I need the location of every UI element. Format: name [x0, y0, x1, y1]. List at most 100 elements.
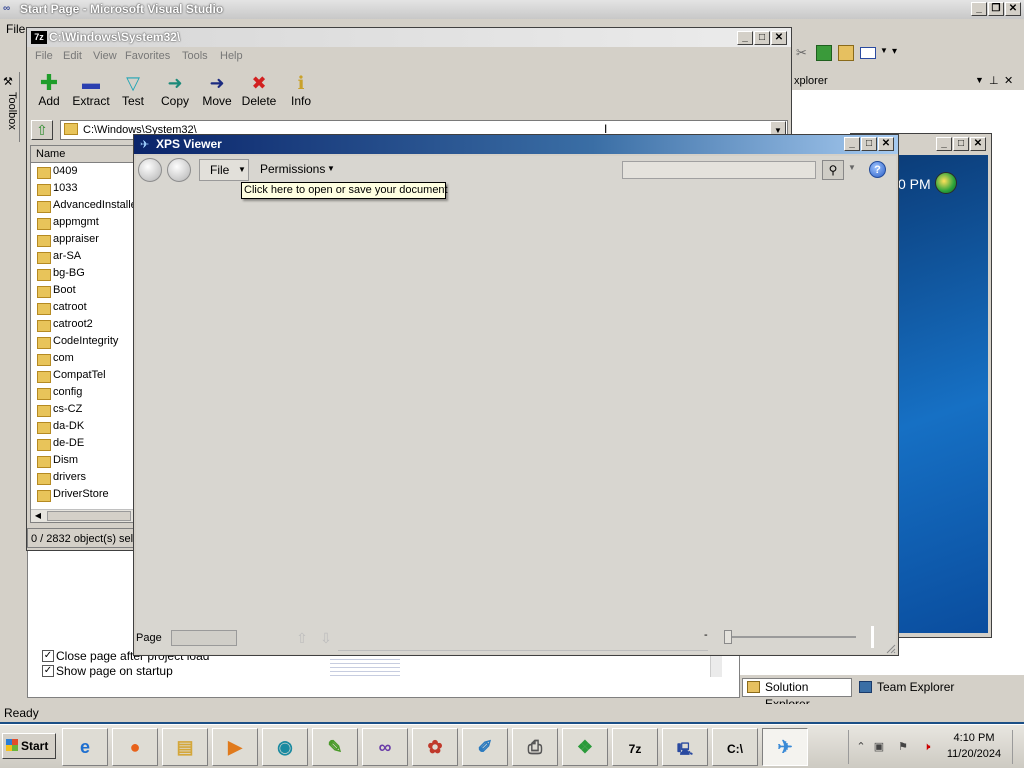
vs-minimize-button[interactable]: _ — [971, 2, 987, 16]
taskbar-button[interactable]: 7z — [612, 728, 658, 766]
overflow-icon[interactable]: ▾ — [892, 46, 897, 57]
taskbar-button[interactable]: ✈ — [762, 728, 808, 766]
sevenzip-maximize-button[interactable]: □ — [754, 31, 770, 45]
previous-page-icon[interactable]: ⇧ — [294, 630, 310, 646]
taskbar-button[interactable]: 🖳 — [662, 728, 708, 766]
xps-maximize-button[interactable]: □ — [861, 137, 877, 151]
taskbar-button[interactable]: ✐ — [462, 728, 508, 766]
tab-solution-explorer[interactable]: Solution Explorer — [742, 678, 852, 711]
menu-file[interactable]: File — [35, 50, 53, 62]
action-center-flag-icon[interactable]: ⚑ — [896, 740, 910, 754]
vs-restore-button[interactable]: ❐ — [988, 2, 1004, 16]
move-button[interactable]: ➜ Move — [196, 72, 238, 114]
pin-icon[interactable]: ⊥ — [989, 74, 999, 87]
show-hidden-icons-icon[interactable]: ⌃ — [854, 740, 868, 754]
taskbar-button[interactable]: ▶ — [212, 728, 258, 766]
taskbar-button[interactable]: ⎙ — [512, 728, 558, 766]
zoom-out-icon[interactable]: - — [704, 629, 712, 641]
sevenzip-close-button[interactable]: ✕ — [771, 31, 787, 45]
add-button[interactable]: ✚ Add — [28, 72, 70, 114]
vs-title-bar[interactable]: Start Page - Microsoft Visual Studio — [0, 0, 1024, 19]
list-item[interactable]: drivers — [35, 469, 86, 486]
toolbox-label[interactable]: Toolbox — [2, 92, 18, 142]
list-item[interactable]: config — [35, 384, 82, 401]
sevenzip-minimize-button[interactable]: _ — [737, 31, 753, 45]
pane-close-icon[interactable]: ✕ — [1004, 74, 1013, 87]
menu-view[interactable]: View — [93, 50, 117, 62]
show-page-checkbox[interactable]: ✓ — [42, 665, 54, 677]
list-item[interactable]: de-DE — [35, 435, 84, 452]
taskbar-button[interactable]: ◉ — [262, 728, 308, 766]
search-options-chevron-icon[interactable]: ▼ — [848, 163, 858, 177]
list-item[interactable]: catroot — [35, 299, 87, 316]
xps-close-button[interactable]: ✕ — [878, 137, 894, 151]
network-icon[interactable]: ▣ — [872, 740, 886, 754]
remote-maximize-button[interactable]: □ — [953, 137, 969, 151]
scroll-thumb[interactable] — [47, 511, 131, 521]
list-item[interactable]: Boot — [35, 282, 76, 299]
search-icon[interactable]: ⚲ — [822, 160, 844, 180]
taskbar-button[interactable]: ❖ — [562, 728, 608, 766]
up-folder-icon[interactable]: ⇧ — [31, 120, 53, 140]
list-item[interactable]: CodeIntegrity — [35, 333, 118, 350]
sevenzip-title-bar[interactable]: C:\Windows\System32\ — [27, 28, 791, 47]
properties-icon[interactable] — [838, 45, 854, 61]
zoom-slider-thumb[interactable] — [724, 630, 732, 644]
menu-edit[interactable]: Edit — [63, 50, 82, 62]
close-page-checkbox[interactable]: ✓ — [42, 650, 54, 662]
file-list[interactable]: Name 0409 1033 AdvancedInstalle appmgmt … — [30, 145, 134, 523]
windows-orb-icon[interactable] — [935, 172, 957, 194]
search-input[interactable] — [622, 161, 816, 179]
taskbar-button[interactable]: C:\ — [712, 728, 758, 766]
extract-button[interactable]: ▬ Extract — [70, 72, 112, 114]
clock-date[interactable]: 11/20/2024 — [942, 748, 1006, 760]
list-item[interactable]: ar-SA — [35, 248, 81, 265]
forward-button[interactable] — [167, 158, 191, 182]
window-icon[interactable] — [860, 47, 876, 59]
file-list-horizontal-scrollbar[interactable]: ◀ — [31, 509, 133, 522]
info-button[interactable]: ℹ Info — [280, 72, 322, 114]
back-button[interactable] — [138, 158, 162, 182]
remote-close-button[interactable]: ✕ — [970, 137, 986, 151]
resize-grip-icon[interactable] — [884, 642, 896, 654]
menu-help[interactable]: Help — [220, 50, 243, 62]
zoom-slider-track[interactable] — [730, 636, 856, 638]
taskbar-button[interactable]: ✿ — [412, 728, 458, 766]
xps-title-bar[interactable]: XPS Viewer — [134, 135, 898, 154]
remote-minimize-button[interactable]: _ — [936, 137, 952, 151]
xps-minimize-button[interactable]: _ — [844, 137, 860, 151]
list-item[interactable]: da-DK — [35, 418, 84, 435]
list-item[interactable]: catroot2 — [35, 316, 93, 333]
taskbar-button[interactable]: e — [62, 728, 108, 766]
taskbar-button[interactable]: ✎ — [312, 728, 358, 766]
list-item[interactable]: 0409 — [35, 163, 77, 180]
list-item[interactable]: Dism — [35, 452, 78, 469]
tab-team-explorer[interactable]: Team Explorer — [854, 678, 958, 697]
show-desktop-button[interactable] — [1012, 730, 1022, 764]
chevron-down-icon[interactable]: ▼ — [880, 46, 888, 55]
tools-icon[interactable]: ✂ — [796, 45, 812, 61]
test-button[interactable]: ▽ Test — [112, 72, 154, 114]
import-icon[interactable] — [816, 45, 832, 61]
taskbar-button[interactable]: ● — [112, 728, 158, 766]
permissions-menu-button[interactable]: Permissions ▼ — [255, 159, 339, 181]
scroll-left-icon[interactable]: ◀ — [32, 510, 44, 522]
list-item[interactable]: CompatTel — [35, 367, 106, 384]
name-column-header[interactable]: Name — [31, 146, 133, 163]
list-item[interactable]: 1033 — [35, 180, 77, 197]
list-item[interactable]: AdvancedInstalle — [35, 197, 133, 214]
clock-time[interactable]: 4:10 PM — [944, 732, 1004, 744]
list-item[interactable]: bg-BG — [35, 265, 85, 282]
menu-favorites[interactable]: Favorites — [125, 50, 170, 62]
list-item[interactable]: appraiser — [35, 231, 99, 248]
copy-button[interactable]: ➜ Copy — [154, 72, 196, 114]
list-item[interactable]: com — [35, 350, 74, 367]
list-item[interactable]: DriverStore — [35, 486, 109, 503]
help-icon[interactable]: ? — [869, 161, 886, 178]
vs-close-button[interactable]: ✕ — [1005, 2, 1021, 16]
delete-button[interactable]: ✖ Delete — [238, 72, 280, 114]
file-menu-button[interactable]: File ▼ — [199, 159, 249, 181]
next-page-icon[interactable]: ⇩ — [318, 630, 334, 646]
volume-muted-icon[interactable]: 🕨 — [920, 740, 934, 754]
pane-dropdown-icon[interactable]: ▼ — [975, 75, 984, 85]
